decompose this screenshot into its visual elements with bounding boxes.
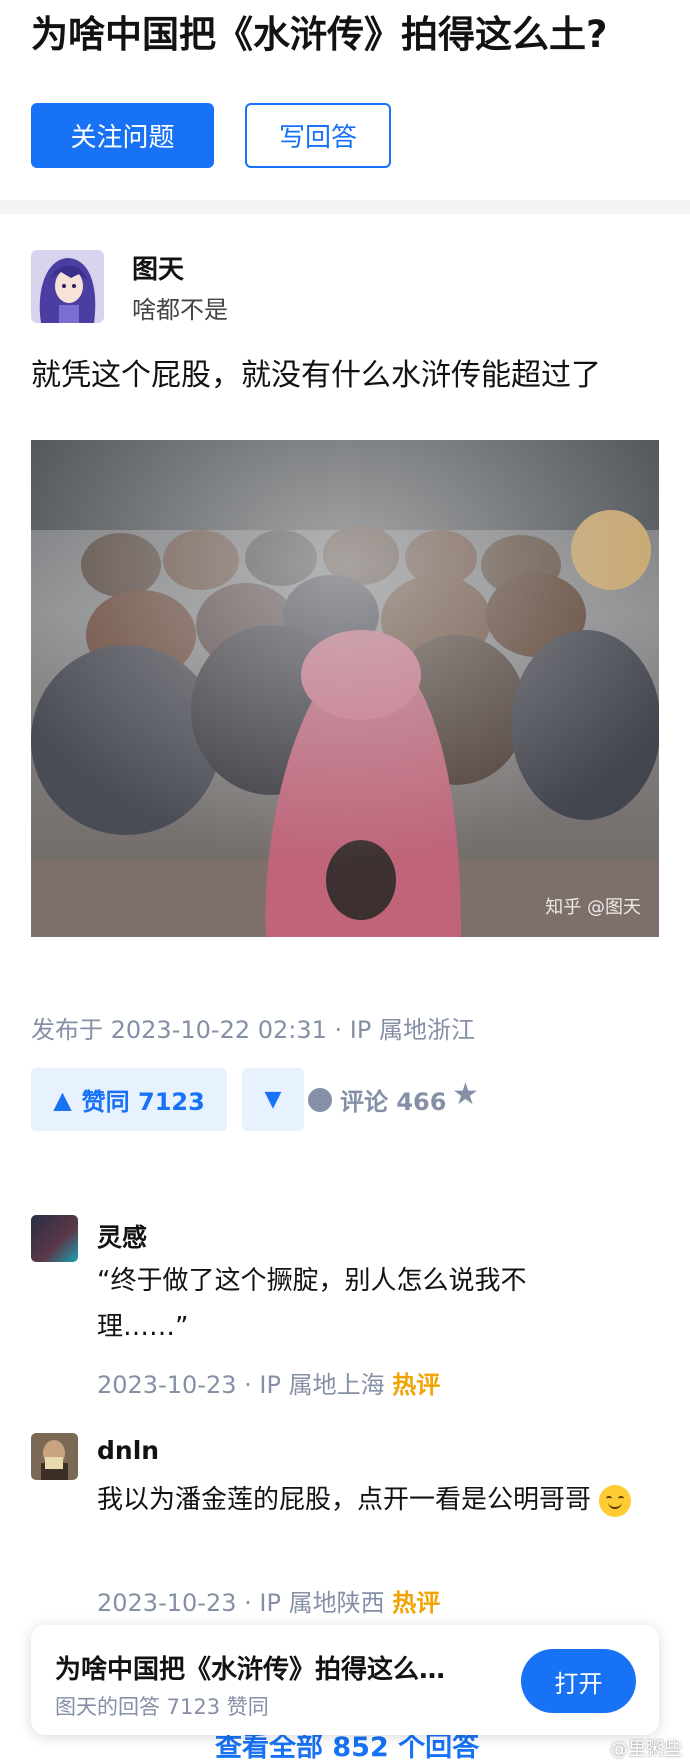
section-divider <box>0 200 690 214</box>
comment-date: 2023-10-23 <box>97 1589 237 1617</box>
commenter-avatar[interactable] <box>31 1215 78 1262</box>
banner-subtitle: 图天的回答 7123 赞同 <box>55 1695 269 1719</box>
upvote-button[interactable]: ▲ 赞同 7123 <box>31 1068 227 1131</box>
comment-date: 2023-10-23 <box>97 1371 237 1399</box>
meta-dot: · <box>244 1371 260 1399</box>
star-icon[interactable]: ★ <box>452 1077 479 1112</box>
comment-location: IP 属地上海 <box>259 1371 385 1399</box>
smile-emoji-icon <box>599 1484 632 1517</box>
weibo-watermark: @里粥些 <box>610 1739 682 1760</box>
image-watermark: 知乎 @图天 <box>545 897 641 918</box>
downvote-button[interactable]: ▼ <box>242 1068 304 1131</box>
comment-location: IP 属地陕西 <box>259 1589 385 1617</box>
comment-button[interactable]: 评论 466 <box>308 1082 446 1117</box>
triangle-down-icon: ▼ <box>264 1087 282 1112</box>
upvote-label: 赞同 7123 <box>81 1088 205 1116</box>
meta-dot: · <box>244 1589 260 1617</box>
question-header: 为啥中国把《水浒传》拍得这么土? 关注问题 写回答 <box>0 0 690 200</box>
answer-meta: 发布于 2023-10-22 02:31 · IP 属地浙江 <box>31 1016 475 1044</box>
write-answer-button[interactable]: 写回答 <box>245 103 391 168</box>
open-app-banner[interactable]: 为啥中国把《水浒传》拍得这么… 图天的回答 7123 赞同 打开 <box>31 1625 659 1735</box>
banner-title: 为啥中国把《水浒传》拍得这么… <box>55 1655 446 1685</box>
author-name[interactable]: 图天 <box>132 249 184 286</box>
comment-bubble-icon <box>308 1087 332 1112</box>
question-title[interactable]: 为啥中国把《水浒传》拍得这么土? <box>31 12 607 58</box>
answer-image[interactable]: 知乎 @图天 <box>31 440 659 937</box>
follow-question-button[interactable]: 关注问题 <box>31 103 214 168</box>
comment-meta: 2023-10-23 · IP 属地陕西 热评 <box>97 1583 440 1618</box>
comment-text: “终于做了这个撅腚，别人怎么说我不理……” <box>97 1266 527 1342</box>
triangle-up-icon: ▲ <box>53 1085 72 1114</box>
author-bio: 啥都不是 <box>132 296 228 324</box>
author-avatar[interactable] <box>31 250 104 323</box>
comment-text-body: 我以为潘金莲的屁股，点开一看是公明哥哥 <box>97 1485 592 1515</box>
commenter-name[interactable]: dnln <box>97 1436 159 1465</box>
answer-text: 就凭这个屁股，就没有什么水浒传能超过了 <box>31 358 601 393</box>
hot-comment-badge: 热评 <box>392 1589 441 1617</box>
commenter-name[interactable]: 灵感 <box>97 1218 147 1254</box>
comment-text: 我以为潘金莲的屁股，点开一看是公明哥哥 <box>97 1477 657 1523</box>
hot-comment-badge: 热评 <box>392 1371 441 1399</box>
comment-meta: 2023-10-23 · IP 属地上海 热评 <box>97 1365 440 1400</box>
open-app-button[interactable]: 打开 <box>521 1649 636 1713</box>
commenter-avatar[interactable] <box>31 1433 78 1480</box>
comment-label: 评论 466 <box>340 1088 447 1116</box>
